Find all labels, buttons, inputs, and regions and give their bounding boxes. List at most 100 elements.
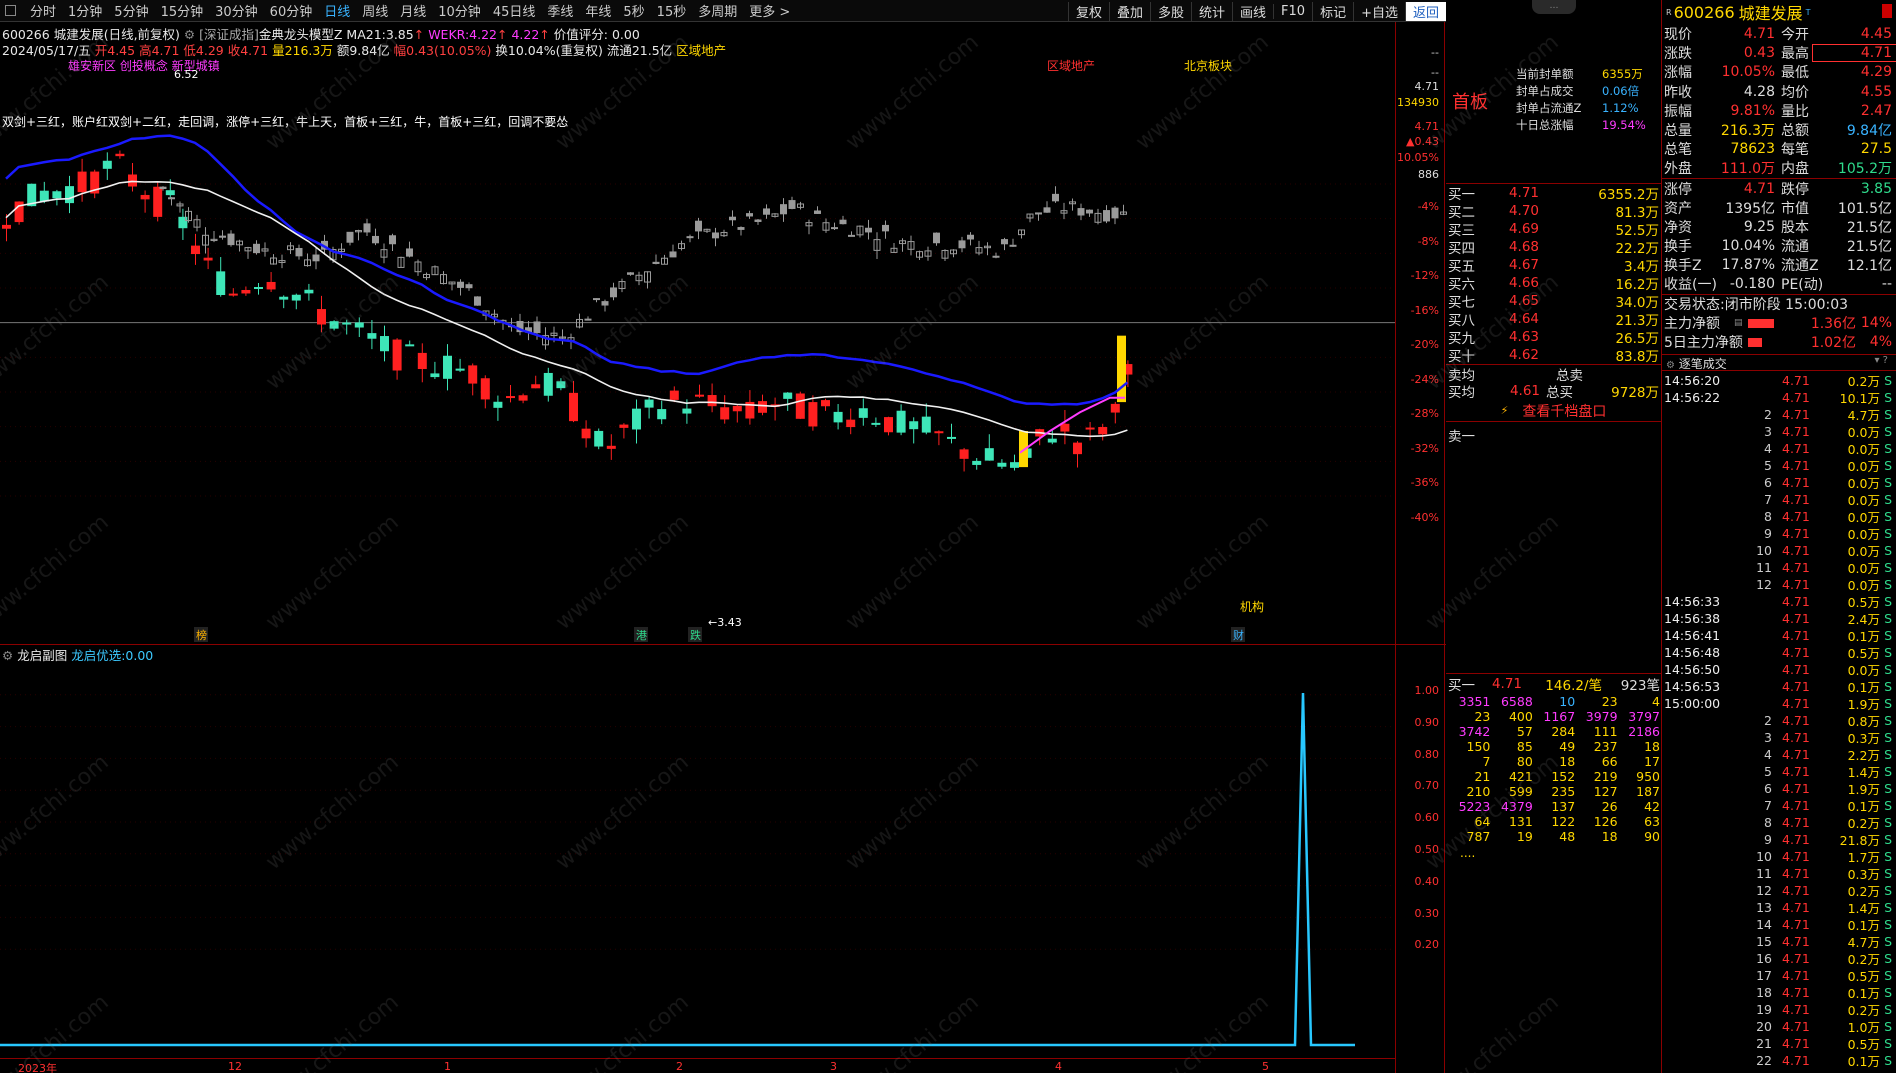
period-tab[interactable]: 30分钟 [209,1,264,20]
period-tab[interactable]: 45日线 [487,1,542,20]
fundamentals-grid: 涨停 4.71 跌停 3.85 资产 1395亿 市值 101.5亿 净资 9.25 股本 21.5亿… [1662,179,1896,295]
tool-button[interactable]: 统计 [1191,1,1232,21]
axis-pct-label: -36% [1410,476,1439,489]
candle-body [1110,403,1120,413]
queue-cell: 63 [1644,814,1660,829]
quote-cell: 涨幅 [1664,65,1692,82]
tick-row: 13 4.71 1.4万 S [1662,898,1896,916]
ticks-settings-icon[interactable]: ⚙ [1666,360,1675,371]
trade-status: 交易状态:闭市阶段 15:00:03 [1664,297,1849,314]
tick-row: 7 4.71 0.0万 S [1662,490,1896,508]
period-tab[interactable]: 5分钟 [108,1,154,20]
queue-cell: 18 [1601,829,1618,844]
axis-pct-label: -32% [1410,441,1439,455]
ghost-candle [465,284,473,289]
quote-cell: 现价 [1664,27,1692,43]
ghost-candle [593,298,600,301]
buy-level-price: 4.63 [1508,329,1539,345]
tick-time: 14:56:20 [1664,372,1721,388]
queue-cell: 49 [1559,739,1576,754]
stock-code: 600266 [1673,2,1735,22]
ticks-menu-icon[interactable]: ▾ ? [1874,355,1888,366]
ghost-candle [746,213,753,217]
period-tab[interactable]: 5秒 [617,1,650,20]
queue-cell: 950 [1636,769,1660,784]
buy-level-label: 买二 [1448,205,1475,221]
info-icon[interactable]: ▤ [1734,318,1748,328]
tool-button[interactable]: 返回 [1404,1,1446,21]
tool-button[interactable]: 复权 [1067,1,1109,21]
collapse-tab[interactable]: … [1532,0,1576,14]
candle-body [783,392,793,399]
tick-side: S [1884,865,1892,881]
view-depth-button[interactable]: ⚡ 查看千档盘口 [1446,400,1661,422]
queue-cell: 19 [1516,829,1533,844]
tick-side: S [1884,627,1892,643]
candle-body [266,281,276,290]
flow1-label: 主力净额 [1664,316,1720,333]
period-tab[interactable]: 10分钟 [432,1,487,20]
buy-level-amount: 81.3万 [1615,205,1659,221]
tick-row: 17 4.71 0.5万 S [1662,966,1896,984]
candle-body [367,333,377,339]
candle-body [342,322,352,325]
period-tab[interactable]: 60分钟 [264,1,319,20]
menu-square-icon[interactable] [5,5,16,16]
queue-cell: 122 [1551,814,1576,829]
period-tab[interactable]: 月线 [394,1,432,20]
candlestick-chart[interactable]: 雄安新区 创投概念 新型城镇6.52双剑+三红，账户红双剑+二红，走回调，涨停+… [0,54,1395,644]
tool-button[interactable]: F10 [1273,3,1312,19]
tool-button[interactable]: 叠加 [1108,1,1150,21]
buy-level-row: 买五 4.67 3.4万 [1446,256,1661,275]
institution-label: 机构 [1240,599,1264,614]
queue-cell: 599 [1508,784,1533,799]
period-tab[interactable]: 年线 [579,1,617,20]
queue-cell: 90 [1644,829,1660,844]
tick-side: S [1884,440,1892,456]
tool-button[interactable]: 多股 [1149,1,1191,21]
candle-body [808,402,818,427]
ghost-candle [159,186,167,189]
tick-row: 4 4.71 2.2万 S [1662,745,1896,763]
ticks-title: 逐笔成交 [1678,356,1727,371]
tool-button[interactable]: 画线 [1232,1,1273,21]
period-tab[interactable]: 更多 > [743,1,796,20]
tick-price: 4.71 [1782,610,1810,626]
quote-cell: 内盘 [1781,161,1809,178]
period-tab[interactable]: 日线 [318,1,356,20]
queue-cell: 400 [1508,709,1533,724]
period-tab[interactable]: 季线 [541,1,579,20]
candle-body [972,460,982,465]
candle-body [52,191,62,199]
ghost-candle [610,287,617,298]
ma-magenta-line [1019,396,1125,454]
tick-side: S [1884,406,1892,422]
buy-level-price: 4.62 [1508,347,1539,363]
tool-button[interactable]: 标记 [1312,1,1353,21]
candle-body [165,190,175,196]
signal-sub-chart[interactable] [0,645,1395,1055]
tick-price: 4.71 [1782,950,1810,966]
quote-cell: 12.1亿 [1846,258,1892,275]
trading-rule-text: 双剑+三红，账户红双剑+二红，走回调，涨停+三红，牛上天，首板+三红，牛，首板+… [2,114,568,129]
queue-cell: 18 [1644,739,1660,754]
queue-more: .... [1460,846,1476,860]
quote-panel: R 600266 城建发展 T 现价 4.71 今开 4.45 涨跌 0.43 最高 4.71… [1662,0,1896,1073]
tool-button[interactable]: +自选 [1353,1,1405,21]
period-tab[interactable]: 15分钟 [155,1,210,20]
tick-price: 4.71 [1782,712,1810,728]
quote-cell: 换手 [1664,239,1692,256]
period-tab[interactable]: 1分钟 [62,1,108,20]
quote-cell: 1395亿 [1725,200,1775,217]
quote-cell: 最高 [1781,46,1809,63]
quote-row: 总笔 78623 每笔 27.5 [1662,139,1896,158]
period-tab[interactable]: 15秒 [651,1,693,20]
ghost-candle [788,200,796,209]
quote-row: 涨跌 0.43 最高 4.71 [1662,43,1896,63]
tick-list: 14:56:20 4.71 0.2万 S 14:56:22 4.71 10.1万 S 2 4.71… [1662,371,1896,1069]
candle-body [1073,442,1082,455]
candle-body [669,390,679,400]
period-tab[interactable]: 分时 [24,1,62,20]
period-tab[interactable]: 周线 [356,1,394,20]
period-tab[interactable]: 多周期 [692,1,743,20]
